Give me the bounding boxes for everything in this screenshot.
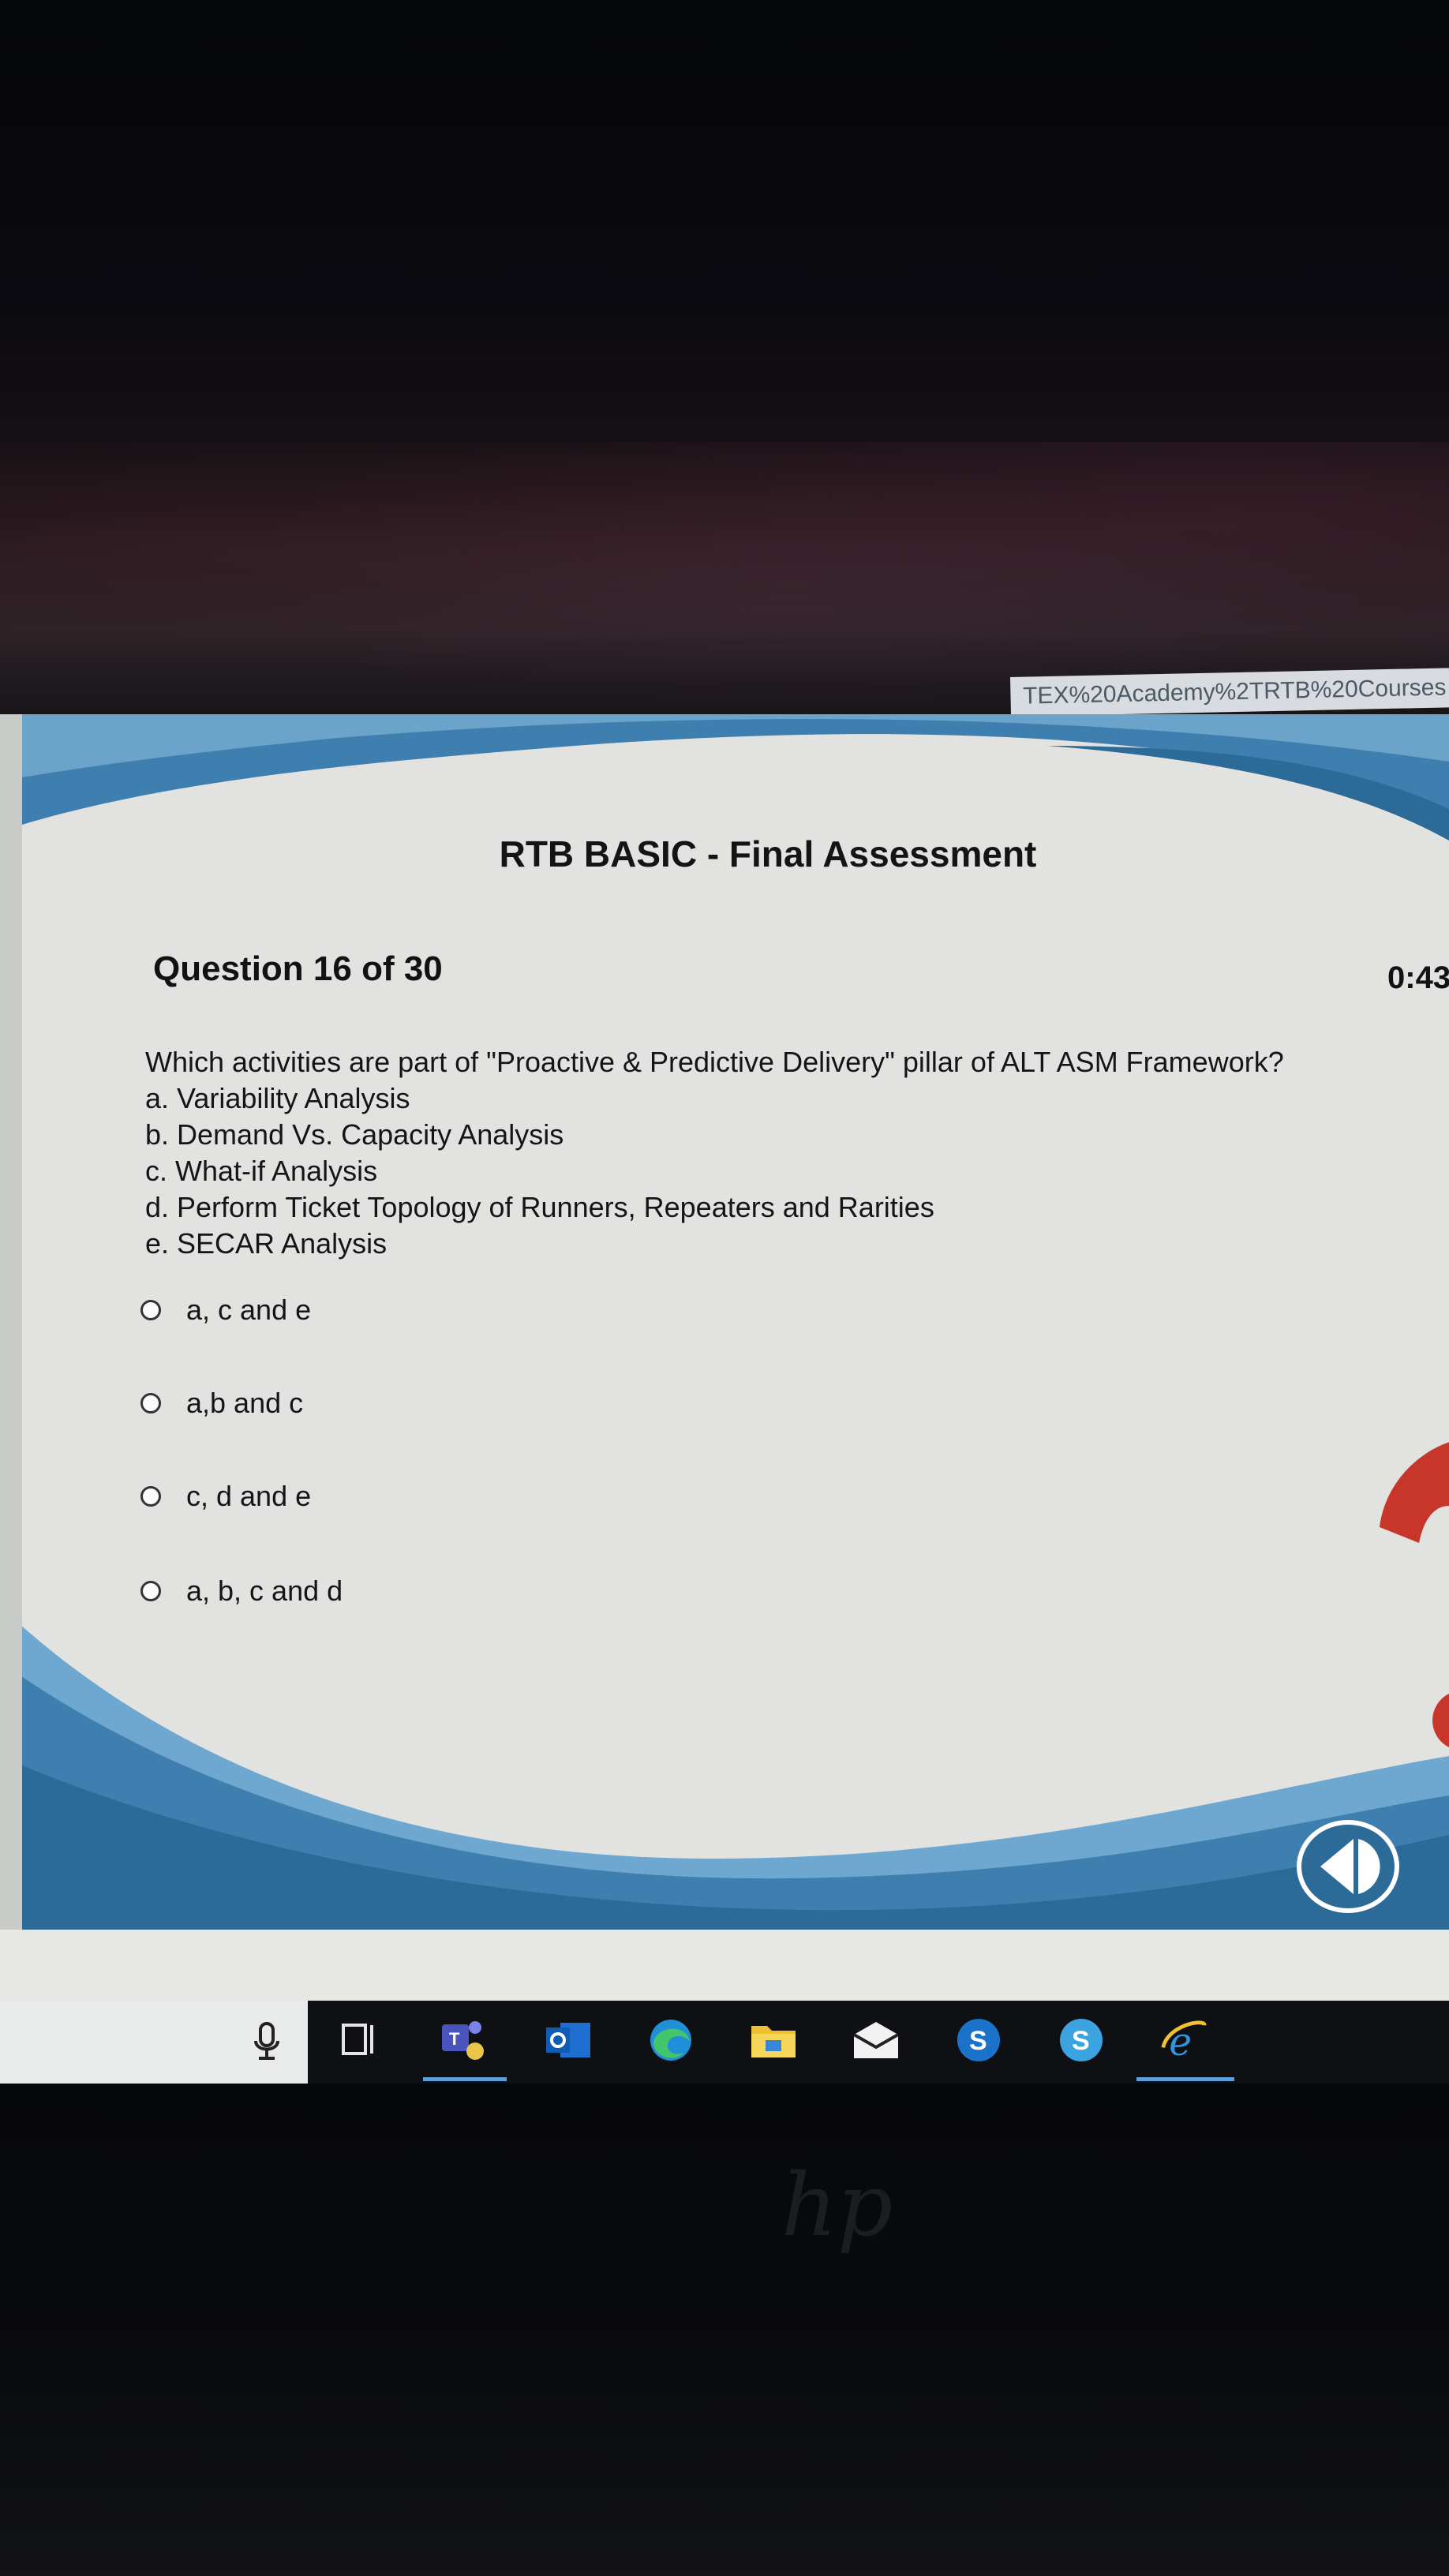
- ie-active-indicator: [1136, 2077, 1234, 2081]
- svg-text:T: T: [449, 2029, 460, 2049]
- bottom-wave-decoration: [22, 1626, 1449, 1930]
- left-frame: [0, 714, 24, 1930]
- question-item-d: d. Perform Ticket Topology of Runners, R…: [145, 1191, 934, 1223]
- option-label: c, d and e: [186, 1480, 312, 1512]
- skype-icon[interactable]: S: [1058, 2016, 1105, 2064]
- monitor-bezel: [0, 2084, 1449, 2576]
- edge-icon[interactable]: [647, 2016, 695, 2064]
- teams-icon[interactable]: T: [439, 2016, 486, 2064]
- internet-explorer-icon[interactable]: e: [1160, 2016, 1208, 2064]
- quiz-timer: 0:43: [1387, 960, 1449, 995]
- outlook-icon[interactable]: [545, 2016, 592, 2064]
- radio-button[interactable]: [140, 1300, 161, 1320]
- teams-active-indicator: [423, 2077, 507, 2081]
- question-prompt: Which activities are part of "Proactive …: [145, 1046, 1284, 1078]
- option-label: a, c and e: [186, 1294, 312, 1326]
- quiz-slide: RTB BASIC - Final Assessment Question 16…: [22, 714, 1449, 1930]
- question-counter: Question 16 of 30: [153, 949, 443, 988]
- answer-option-3[interactable]: c, d and e: [140, 1477, 311, 1516]
- back-arrow-button[interactable]: [1297, 1819, 1399, 1914]
- radio-button[interactable]: [140, 1393, 161, 1413]
- address-url: TEX%20Academy%2TRTB%20Courses: [1022, 674, 1447, 710]
- question-item-b: b. Demand Vs. Capacity Analysis: [145, 1118, 564, 1151]
- option-label: a,b and c: [186, 1387, 304, 1419]
- monitor-screen: RTB BASIC - Final Assessment Question 16…: [0, 714, 1449, 2001]
- page-title: RTB BASIC - Final Assessment: [499, 833, 1037, 874]
- answer-option-2[interactable]: a,b and c: [140, 1383, 303, 1423]
- microphone-icon[interactable]: [243, 2016, 290, 2064]
- task-view-icon[interactable]: [335, 2016, 382, 2064]
- skype-for-business-icon[interactable]: S: [955, 2016, 1002, 2064]
- radio-button[interactable]: [140, 1486, 161, 1507]
- question-text: Which activities are part of "Proactive …: [145, 1044, 1284, 1262]
- background-fabric: [0, 442, 1449, 702]
- question-mark-icon: [1380, 1442, 1449, 1747]
- svg-text:S: S: [1072, 2026, 1090, 2056]
- question-item-c: c. What-if Analysis: [145, 1155, 378, 1187]
- question-item-a: a. Variability Analysis: [145, 1082, 410, 1114]
- question-item-e: e. SECAR Analysis: [145, 1227, 388, 1260]
- answer-option-1[interactable]: a, c and e: [140, 1290, 311, 1330]
- hp-logo-icon: hp: [781, 2155, 893, 2256]
- mail-icon[interactable]: [852, 2016, 900, 2064]
- file-explorer-icon[interactable]: [750, 2016, 797, 2064]
- svg-text:S: S: [969, 2026, 987, 2056]
